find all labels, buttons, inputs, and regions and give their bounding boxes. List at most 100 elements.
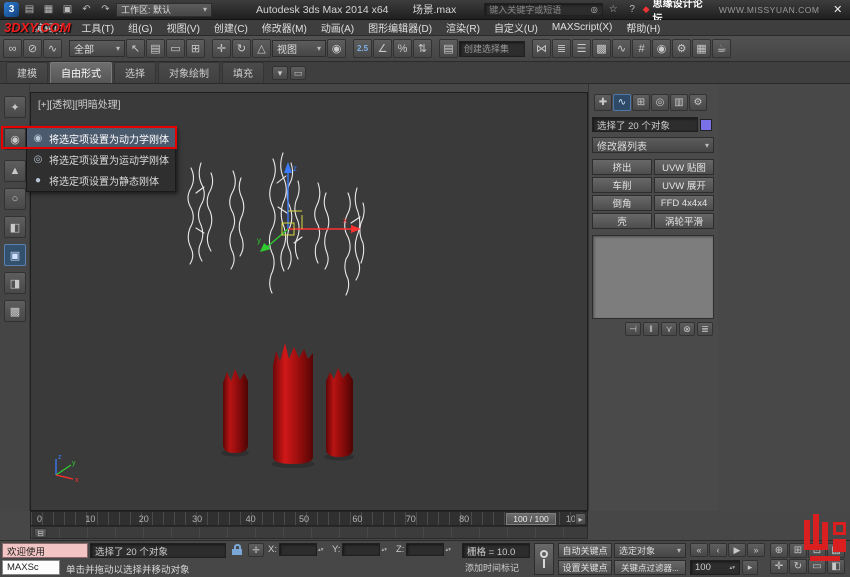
rigid-body-flyout-button[interactable]: ◉ bbox=[4, 128, 26, 150]
modifier-list-dropdown[interactable]: 修改器列表 ▾ bbox=[592, 137, 714, 153]
bind-spacewarp-icon[interactable]: ∿ bbox=[43, 39, 62, 58]
freeform-polydraw-icon[interactable]: ✦ bbox=[4, 96, 26, 118]
next-frame-arrow-icon[interactable]: ▸ bbox=[575, 513, 586, 525]
tab-modify-icon[interactable]: ∿ bbox=[613, 94, 631, 111]
select-move-icon[interactable]: ✛ bbox=[212, 39, 231, 58]
selection-region-icon[interactable]: ▭ bbox=[166, 39, 185, 58]
track-bar[interactable]: ⊟ bbox=[30, 526, 588, 539]
key-selection-dropdown[interactable]: 选定对象 ▾ bbox=[614, 543, 686, 558]
previous-frame-icon[interactable]: ‹ bbox=[709, 543, 727, 557]
schematic-view-icon[interactable]: # bbox=[632, 39, 651, 58]
menu-item-rendering[interactable]: 渲染(R) bbox=[446, 20, 480, 35]
unlink-icon[interactable]: ⊘ bbox=[23, 39, 42, 58]
ribbon-tab-selection[interactable]: 选择 bbox=[114, 62, 156, 83]
favorites-star-icon[interactable]: ☆ bbox=[605, 2, 622, 17]
maxscript-listener-pink[interactable]: 欢迎使用 bbox=[2, 543, 88, 558]
layer-manager-icon[interactable]: ☰ bbox=[572, 39, 591, 58]
rendered-frame-icon[interactable]: ▦ bbox=[692, 39, 711, 58]
selection-lock-icon[interactable] bbox=[230, 544, 244, 557]
ribbon-minimize-icon[interactable]: ▭ bbox=[290, 66, 306, 80]
edit-named-selection-icon[interactable]: ▤ bbox=[439, 39, 458, 58]
menu-item-graph-editors[interactable]: 图形编辑器(D) bbox=[368, 20, 432, 35]
ribbon-config-icon[interactable]: ▾ bbox=[272, 66, 288, 80]
menu-set-kinematic-rigid-body[interactable]: ◎ 将选定项设置为运动学刚体 bbox=[27, 149, 175, 170]
tab-display-icon[interactable]: ▥ bbox=[670, 94, 688, 111]
modifier-extrude-button[interactable]: 挤出 bbox=[592, 159, 652, 175]
select-object-icon[interactable]: ↖ bbox=[126, 39, 145, 58]
ribbon-tab-object-paint[interactable]: 对象绘制 bbox=[158, 62, 220, 83]
select-scale-icon[interactable]: △ bbox=[252, 39, 271, 58]
use-pivot-center-icon[interactable]: ◉ bbox=[327, 39, 346, 58]
mini-curve-editor-icon[interactable]: ⊟ bbox=[34, 528, 47, 538]
conform-tool-icon[interactable]: ▲ bbox=[4, 160, 26, 182]
auto-key-button[interactable]: 自动关键点 bbox=[558, 543, 612, 558]
active-paint-tool-icon[interactable]: ▣ bbox=[4, 244, 26, 266]
app-logo-icon[interactable]: 3 bbox=[4, 2, 19, 17]
z-spinner[interactable]: ▴▾ bbox=[445, 548, 451, 552]
ribbon-tab-modeling[interactable]: 建模 bbox=[6, 62, 48, 83]
tab-motion-icon[interactable]: ◎ bbox=[651, 94, 669, 111]
zoom-icon[interactable]: ⊕ bbox=[770, 543, 788, 558]
menu-set-dynamic-rigid-body[interactable]: ◉ 将选定项设置为动力学刚体 bbox=[27, 128, 175, 149]
object-color-swatch[interactable] bbox=[700, 119, 712, 131]
curve-editor-icon[interactable]: ∿ bbox=[612, 39, 631, 58]
window-crossing-icon[interactable]: ⊞ bbox=[186, 39, 205, 58]
reference-coordinate-dropdown[interactable]: 视图 ▾ bbox=[272, 40, 326, 57]
add-time-tag[interactable]: 添加时间标记 bbox=[462, 560, 530, 575]
surface-tool-icon[interactable]: ◧ bbox=[4, 216, 26, 238]
menu-item-help[interactable]: 帮助(H) bbox=[626, 20, 660, 35]
modifier-uvwmap-button[interactable]: UVW 贴图 bbox=[654, 159, 714, 175]
set-key-button[interactable] bbox=[534, 543, 554, 575]
menu-set-static-rigid-body[interactable]: ● 将选定项设置为静态刚体 bbox=[27, 170, 175, 191]
modifier-turbosmooth-button[interactable]: 涡轮平滑 bbox=[654, 213, 714, 229]
key-mode-toggle-icon[interactable]: ▸ bbox=[742, 560, 758, 575]
ribbon-tab-populate[interactable]: 填充 bbox=[222, 62, 264, 83]
select-by-name-icon[interactable]: ▤ bbox=[146, 39, 165, 58]
maxscript-listener-white[interactable]: MAXSc bbox=[2, 560, 60, 575]
angle-snap-icon[interactable]: ∠ bbox=[373, 39, 392, 58]
x-spinner[interactable]: ▴▾ bbox=[318, 548, 324, 552]
absolute-offset-toggle-icon[interactable]: ✛ bbox=[248, 543, 264, 557]
current-time-field[interactable]: 100 ▴▾ bbox=[690, 560, 740, 575]
grid-tool-icon[interactable]: ▩ bbox=[4, 300, 26, 322]
help-icon[interactable]: ? bbox=[624, 2, 641, 17]
branch-splines[interactable] bbox=[188, 153, 364, 295]
modifier-bevel-button[interactable]: 倒角 bbox=[592, 195, 652, 211]
save-file-icon[interactable]: ▣ bbox=[59, 2, 76, 17]
key-filters-button[interactable]: 关键点过滤器... bbox=[614, 560, 686, 575]
modifier-ffd-button[interactable]: FFD 4x4x4 bbox=[654, 195, 714, 211]
candle-objects[interactable] bbox=[221, 343, 354, 468]
time-slider-ruler[interactable]: 0 10 20 30 40 50 60 70 80 90 100 100 / 1… bbox=[30, 511, 588, 526]
remove-modifier-icon[interactable]: ⊗ bbox=[679, 322, 695, 336]
show-end-result-icon[interactable]: ‖ bbox=[643, 322, 659, 336]
tab-hierarchy-icon[interactable]: ⊞ bbox=[632, 94, 650, 111]
shape-tool-icon[interactable]: ○ bbox=[4, 188, 26, 210]
menu-item-modifiers[interactable]: 修改器(M) bbox=[262, 20, 307, 35]
time-slider-handle[interactable]: 100 / 100 bbox=[506, 513, 556, 525]
render-setup-icon[interactable]: ⚙ bbox=[672, 39, 691, 58]
tab-utilities-icon[interactable]: ⚙ bbox=[689, 94, 707, 111]
select-rotate-icon[interactable]: ↻ bbox=[232, 39, 251, 58]
select-link-icon[interactable]: ∞ bbox=[3, 39, 22, 58]
menu-item-maxscript[interactable]: MAXScript(X) bbox=[552, 22, 613, 33]
percent-snap-icon[interactable]: % bbox=[393, 39, 412, 58]
mirror-icon[interactable]: ⋈ bbox=[532, 39, 551, 58]
menu-item-tools[interactable]: 工具(T) bbox=[81, 20, 114, 35]
pan-view-icon[interactable]: ✛ bbox=[770, 559, 788, 574]
redo-icon[interactable]: ↷ bbox=[97, 2, 114, 17]
ribbon-tab-freeform[interactable]: 自由形式 bbox=[50, 62, 112, 83]
set-keys-mode-button[interactable]: 设置关键点 bbox=[558, 560, 612, 575]
search-input[interactable]: 键入关键字或短语 ◎ bbox=[484, 3, 602, 16]
y-coordinate-field[interactable] bbox=[342, 543, 380, 556]
go-to-end-icon[interactable]: » bbox=[747, 543, 765, 557]
material-editor-icon[interactable]: ◉ bbox=[652, 39, 671, 58]
render-icon[interactable]: ☕ bbox=[712, 39, 731, 58]
spinner-snap-icon[interactable]: ⇅ bbox=[413, 39, 432, 58]
close-button[interactable]: ✕ bbox=[829, 3, 846, 16]
workspace-dropdown[interactable]: 工作区: 默认 ▾ bbox=[116, 3, 212, 17]
y-spinner[interactable]: ▴▾ bbox=[381, 548, 387, 552]
modifier-shell-button[interactable]: 壳 bbox=[592, 213, 652, 229]
modifier-unwrap-button[interactable]: UVW 展开 bbox=[654, 177, 714, 193]
named-selection-field[interactable]: 创建选择集 bbox=[459, 41, 525, 57]
undo-icon[interactable]: ↶ bbox=[78, 2, 95, 17]
